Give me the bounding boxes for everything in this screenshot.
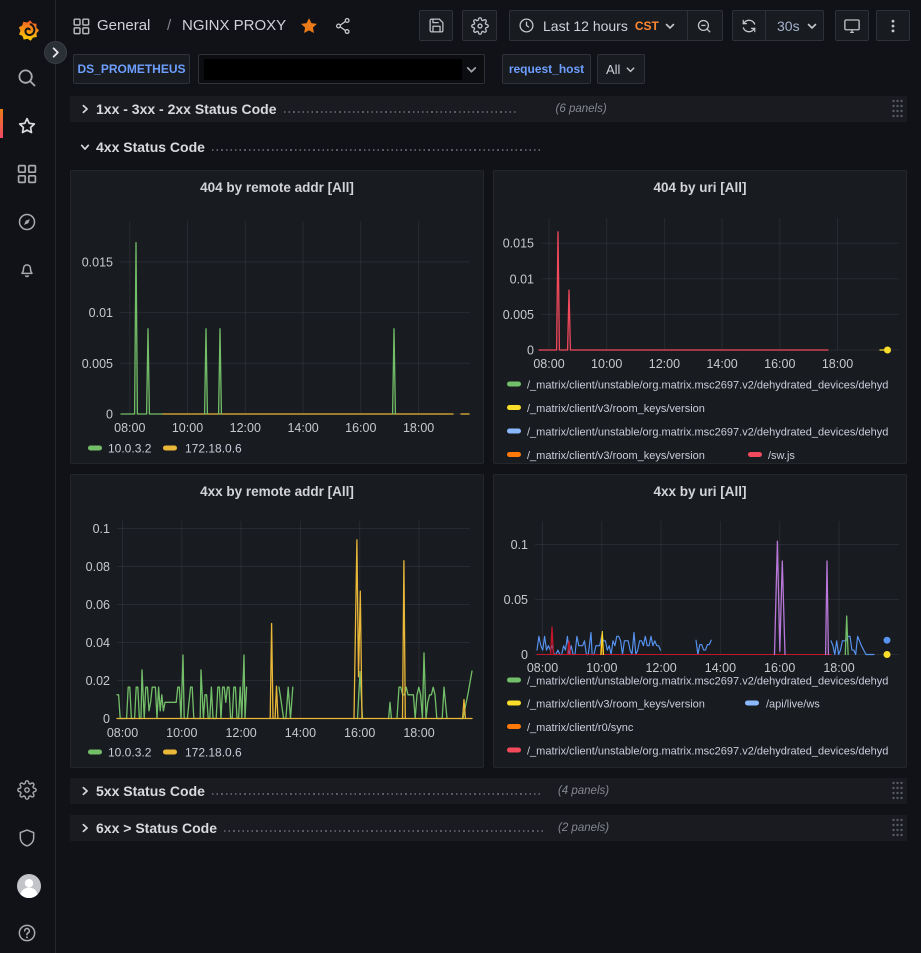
svg-text:0.08: 0.08 (86, 560, 110, 574)
svg-text:18:00: 18:00 (403, 421, 434, 435)
svg-text:16:00: 16:00 (764, 357, 795, 371)
svg-text:14:00: 14:00 (706, 357, 737, 371)
svg-text:0.005: 0.005 (503, 308, 534, 322)
svg-text:14:00: 14:00 (287, 421, 318, 435)
svg-text:/_matrix/client/unstable/org.m: /_matrix/client/unstable/org.matrix.msc2… (527, 427, 888, 439)
svg-text:0: 0 (521, 648, 528, 662)
svg-text:10.0.3.2: 10.0.3.2 (108, 746, 152, 760)
svg-text:08:00: 08:00 (114, 421, 145, 435)
svg-text:18:00: 18:00 (822, 357, 853, 371)
svg-text:/sw.js: /sw.js (768, 450, 795, 462)
svg-text:0.015: 0.015 (82, 255, 113, 269)
svg-text:0.02: 0.02 (86, 674, 110, 688)
svg-text:08:00: 08:00 (527, 661, 558, 675)
svg-text:/api/live/ws: /api/live/ws (766, 699, 820, 711)
svg-text:/_matrix/client/r0/sync: /_matrix/client/r0/sync (527, 722, 634, 734)
svg-text:12:00: 12:00 (230, 421, 261, 435)
svg-text:/_matrix/client/v3/room_keys/v: /_matrix/client/v3/room_keys/version (527, 450, 705, 462)
svg-text:12:00: 12:00 (649, 357, 680, 371)
svg-text:0: 0 (103, 712, 110, 726)
svg-text:0: 0 (106, 408, 113, 422)
svg-text:/_matrix/client/unstable/org.m: /_matrix/client/unstable/org.matrix.msc2… (527, 380, 888, 392)
svg-text:10:00: 10:00 (166, 726, 197, 740)
svg-text:0.05: 0.05 (504, 593, 528, 607)
svg-text:08:00: 08:00 (533, 357, 564, 371)
svg-text:/_matrix/client/v3/room_keys/v: /_matrix/client/v3/room_keys/version (527, 403, 705, 415)
svg-text:10:00: 10:00 (586, 661, 617, 675)
svg-text:/_matrix/client/unstable/org.m: /_matrix/client/unstable/org.matrix.msc2… (527, 676, 888, 688)
svg-text:14:00: 14:00 (285, 726, 316, 740)
svg-text:12:00: 12:00 (645, 661, 676, 675)
svg-text:/_matrix/client/v3/room_keys/v: /_matrix/client/v3/room_keys/version (527, 699, 705, 711)
svg-text:18:00: 18:00 (823, 661, 854, 675)
svg-text:/_matrix/client/unstable/org.m: /_matrix/client/unstable/org.matrix.msc2… (527, 746, 888, 758)
svg-text:10.0.3.2: 10.0.3.2 (108, 442, 152, 456)
svg-text:18:00: 18:00 (403, 726, 434, 740)
svg-text:0.04: 0.04 (86, 636, 110, 650)
svg-text:14:00: 14:00 (705, 661, 736, 675)
svg-text:0.01: 0.01 (510, 272, 534, 286)
svg-text:16:00: 16:00 (345, 421, 376, 435)
svg-text:16:00: 16:00 (344, 726, 375, 740)
svg-text:0.1: 0.1 (511, 538, 528, 552)
svg-text:08:00: 08:00 (107, 726, 138, 740)
svg-text:172.18.0.6: 172.18.0.6 (185, 746, 242, 760)
svg-text:12:00: 12:00 (225, 726, 256, 740)
svg-text:0.01: 0.01 (89, 306, 113, 320)
svg-text:10:00: 10:00 (591, 357, 622, 371)
svg-text:16:00: 16:00 (764, 661, 795, 675)
svg-text:10:00: 10:00 (172, 421, 203, 435)
svg-text:0.06: 0.06 (86, 598, 110, 612)
svg-text:0.015: 0.015 (503, 237, 534, 251)
svg-text:0.005: 0.005 (82, 357, 113, 371)
svg-text:0: 0 (527, 344, 534, 358)
svg-text:172.18.0.6: 172.18.0.6 (185, 442, 242, 456)
svg-text:0.1: 0.1 (93, 522, 110, 536)
